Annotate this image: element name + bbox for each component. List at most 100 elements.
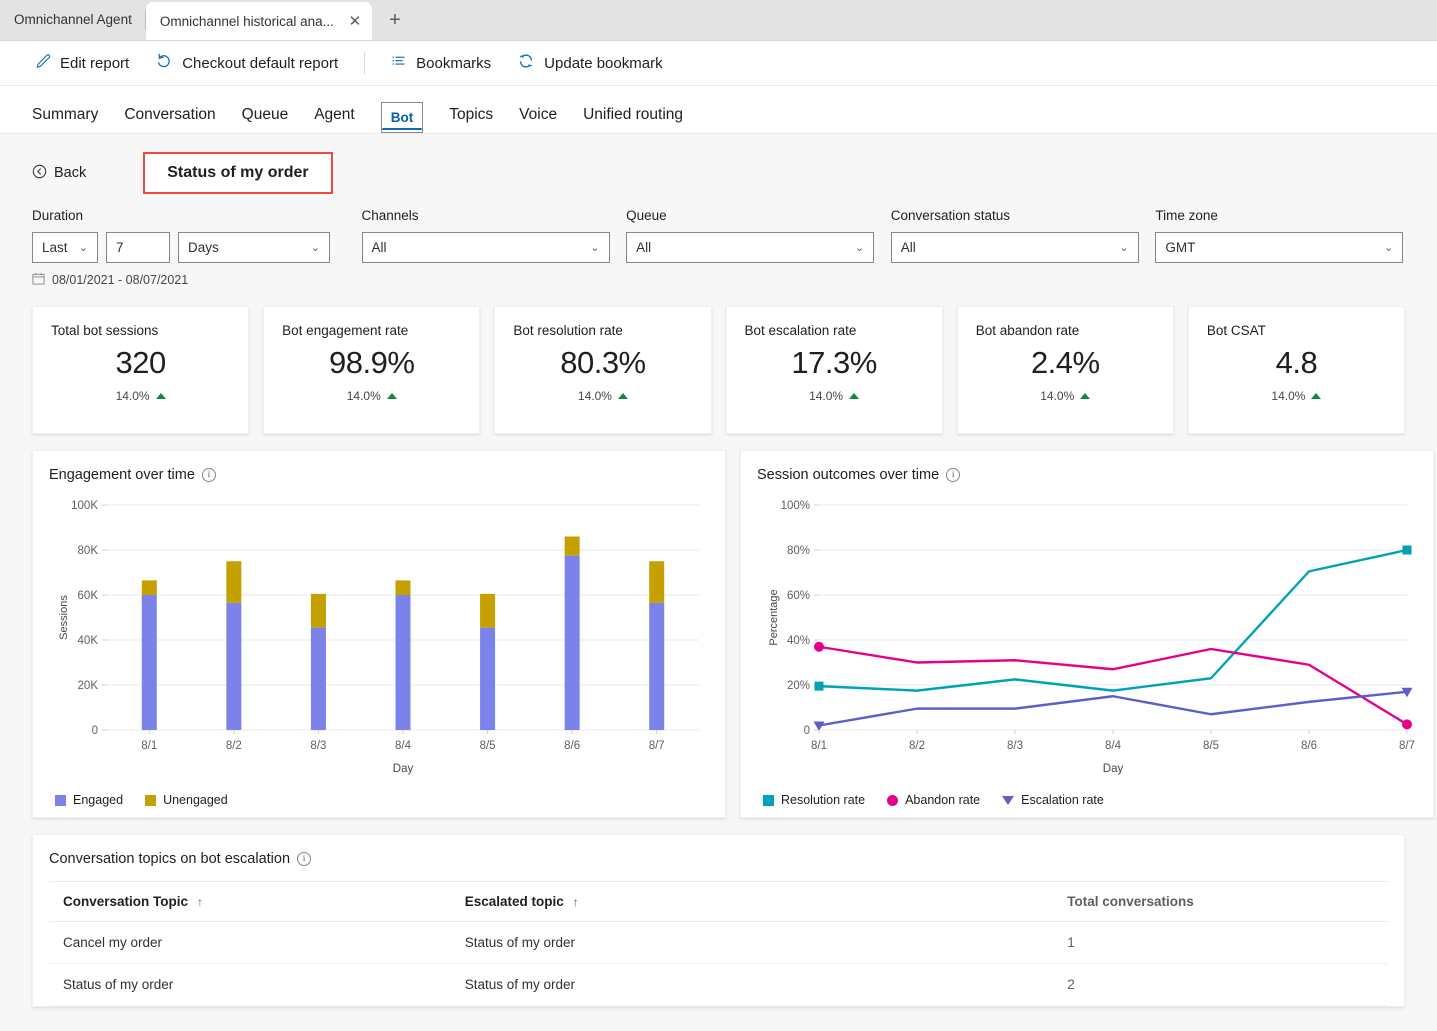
tab-bot[interactable]: Bot [380,102,424,133]
table-header-row: Conversation Topic ↑ Escalated topic ↑ Tot… [49,881,1388,922]
kpi-card-bot-engagement-rate[interactable]: Bot engagement rate 98.9% 14.0% [263,306,481,434]
kpi-card-bot-resolution-rate[interactable]: Bot resolution rate 80.3% 14.0% [494,306,712,434]
kpi-card-bot-escalation-rate[interactable]: Bot escalation rate 17.3% 14.0% [725,306,943,434]
chart-title-row: Session outcomes over time i [757,467,1417,483]
kpi-value: 80.3% [560,345,646,380]
chevron-down-icon: ⌄ [1384,242,1394,254]
tab-voice[interactable]: Voice [519,106,557,133]
conversation-status-select[interactable]: All ⌄ [890,232,1139,263]
time-zone-select[interactable]: GMT ⌄ [1155,232,1404,263]
svg-text:8/7: 8/7 [649,740,665,752]
pivot-nav: Summary Conversation Queue Agent Bot Top… [0,86,1437,134]
browser-tab-0[interactable]: Omnichannel Agent [0,0,146,40]
back-button[interactable]: Back [32,164,86,183]
chart-title-row: Engagement over time i [49,467,709,483]
tab-topics[interactable]: Topics [449,106,493,133]
svg-text:20%: 20% [787,680,810,692]
browser-tab-1[interactable]: Omnichannel historical ana... ✕ [145,2,372,40]
bookmarks-button[interactable]: Bookmarks [390,53,491,74]
bookmark-list-icon [390,53,407,74]
legend-item-escalation-rate[interactable]: Escalation rate [1002,793,1104,807]
svg-text:8/2: 8/2 [226,740,242,752]
kpi-delta-value: 14.0% [1040,389,1075,403]
trend-up-icon [386,393,397,399]
filter-label: Queue [626,208,667,223]
info-icon[interactable]: i [201,468,216,482]
input-value: 7 [116,240,124,255]
table-row[interactable]: Cancel my order Status of my order 1 [49,921,1388,964]
svg-text:8/4: 8/4 [1105,740,1122,752]
column-header-escalated-topic[interactable]: Escalated topic ↑ [450,881,1054,922]
channels-select[interactable]: All ⌄ [361,232,610,263]
tab-conversation[interactable]: Conversation [124,106,215,133]
bar-chart-legend: Engaged Unengaged [49,793,709,807]
duration-amount-input[interactable]: 7 [106,232,170,263]
trend-up-icon [1311,393,1322,399]
duration-relative-select[interactable]: Last ⌄ [32,232,98,263]
tab-unified-routing[interactable]: Unified routing [583,106,683,133]
table-row[interactable]: Status of my order Status of my order 2 [49,963,1388,1006]
table-title: Conversation topics on bot escalation [49,851,291,867]
select-value: All [371,240,387,255]
legend-item-resolution-rate[interactable]: Resolution rate [763,793,865,807]
kpi-delta: 14.0% [282,389,461,403]
kpi-card-bot-abandon-rate[interactable]: Bot abandon rate 2.4% 14.0% [956,306,1174,434]
filter-label: Conversation status [890,208,1011,223]
kpi-card-bot-csat[interactable]: Bot CSAT 4.8 14.0% [1187,306,1406,434]
filter-label: Channels [361,208,419,223]
legend-item-abandon-rate[interactable]: Abandon rate [887,793,980,807]
refresh-icon [517,52,535,74]
back-label: Back [54,165,87,181]
column-header-conversation-topic[interactable]: Conversation Topic ↑ [49,881,451,922]
info-icon[interactable]: i [946,468,961,482]
queue-select[interactable]: All ⌄ [626,232,875,263]
tab-queue[interactable]: Queue [242,106,289,133]
select-value: Last [42,240,68,255]
info-icon[interactable]: i [297,852,312,866]
chart-row: Engagement over time i 0 20K 40K 60K 80K 100K… [32,450,1434,818]
sort-ascending-icon: ↑ [197,895,204,909]
back-circle-arrow-icon [32,164,47,183]
kpi-delta-value: 14.0% [346,389,381,403]
duration-unit-select[interactable]: Days ⌄ [178,232,330,263]
browser-tab-title: Omnichannel Agent [14,12,132,27]
legend-swatch [763,794,774,806]
trend-up-icon [849,393,860,399]
svg-text:8/6: 8/6 [1301,740,1317,752]
column-label: Total conversations [1067,894,1194,909]
kpi-delta: 14.0% [51,389,230,403]
column-header-total-conversations[interactable]: Total conversations [1053,881,1388,922]
bar-chart-plot: 0 20K 40K 60K 80K 100K 8/1 8/2 8/3 8/4 8/5 8/6 8/7 Da… [49,495,709,791]
close-icon[interactable]: ✕ [346,12,364,30]
browser-tab-title: Omnichannel historical ana... [159,13,334,29]
legend-item-engaged[interactable]: Engaged [55,793,123,807]
filter-bar: Duration Last ⌄ 7 Days ⌄ Channels All ⌄ [32,208,1405,263]
update-bookmark-button[interactable]: Update bookmark [517,52,663,74]
svg-text:8/5: 8/5 [480,740,496,752]
kpi-title: Total bot sessions [51,323,159,338]
filter-time-zone: Time zone GMT ⌄ [1155,208,1405,263]
tab-agent[interactable]: Agent [314,106,355,133]
legend-item-unengaged[interactable]: Unengaged [145,793,228,807]
command-label: Checkout default report [182,54,339,72]
svg-text:60K: 60K [78,590,99,602]
kpi-title: Bot escalation rate [744,323,857,338]
checkout-default-report-button[interactable]: Checkout default report [155,52,338,74]
date-range-text: 08/01/2021 - 08/07/2021 [52,273,189,287]
svg-text:8/1: 8/1 [141,740,157,752]
new-tab-icon[interactable]: + [380,5,410,35]
command-label: Bookmarks [416,54,492,72]
legend-swatch [55,794,66,806]
kpi-card-total-bot-sessions[interactable]: Total bot sessions 320 14.0% [32,306,250,434]
tab-summary[interactable]: Summary [32,106,98,133]
chart-panel-engagement-over-time: Engagement over time i 0 20K 40K 60K 80K 100K… [32,450,726,818]
legend-label: Abandon rate [905,793,981,807]
svg-text:8/7: 8/7 [1399,740,1415,752]
trend-up-icon [617,393,628,399]
line-chart-legend: Resolution rate Abandon rate Escalation … [757,793,1417,807]
select-value: All [636,240,652,255]
edit-report-button[interactable]: Edit report [34,53,129,74]
svg-text:8/4: 8/4 [395,740,412,752]
calendar-icon [32,272,45,288]
command-separator [364,52,366,74]
